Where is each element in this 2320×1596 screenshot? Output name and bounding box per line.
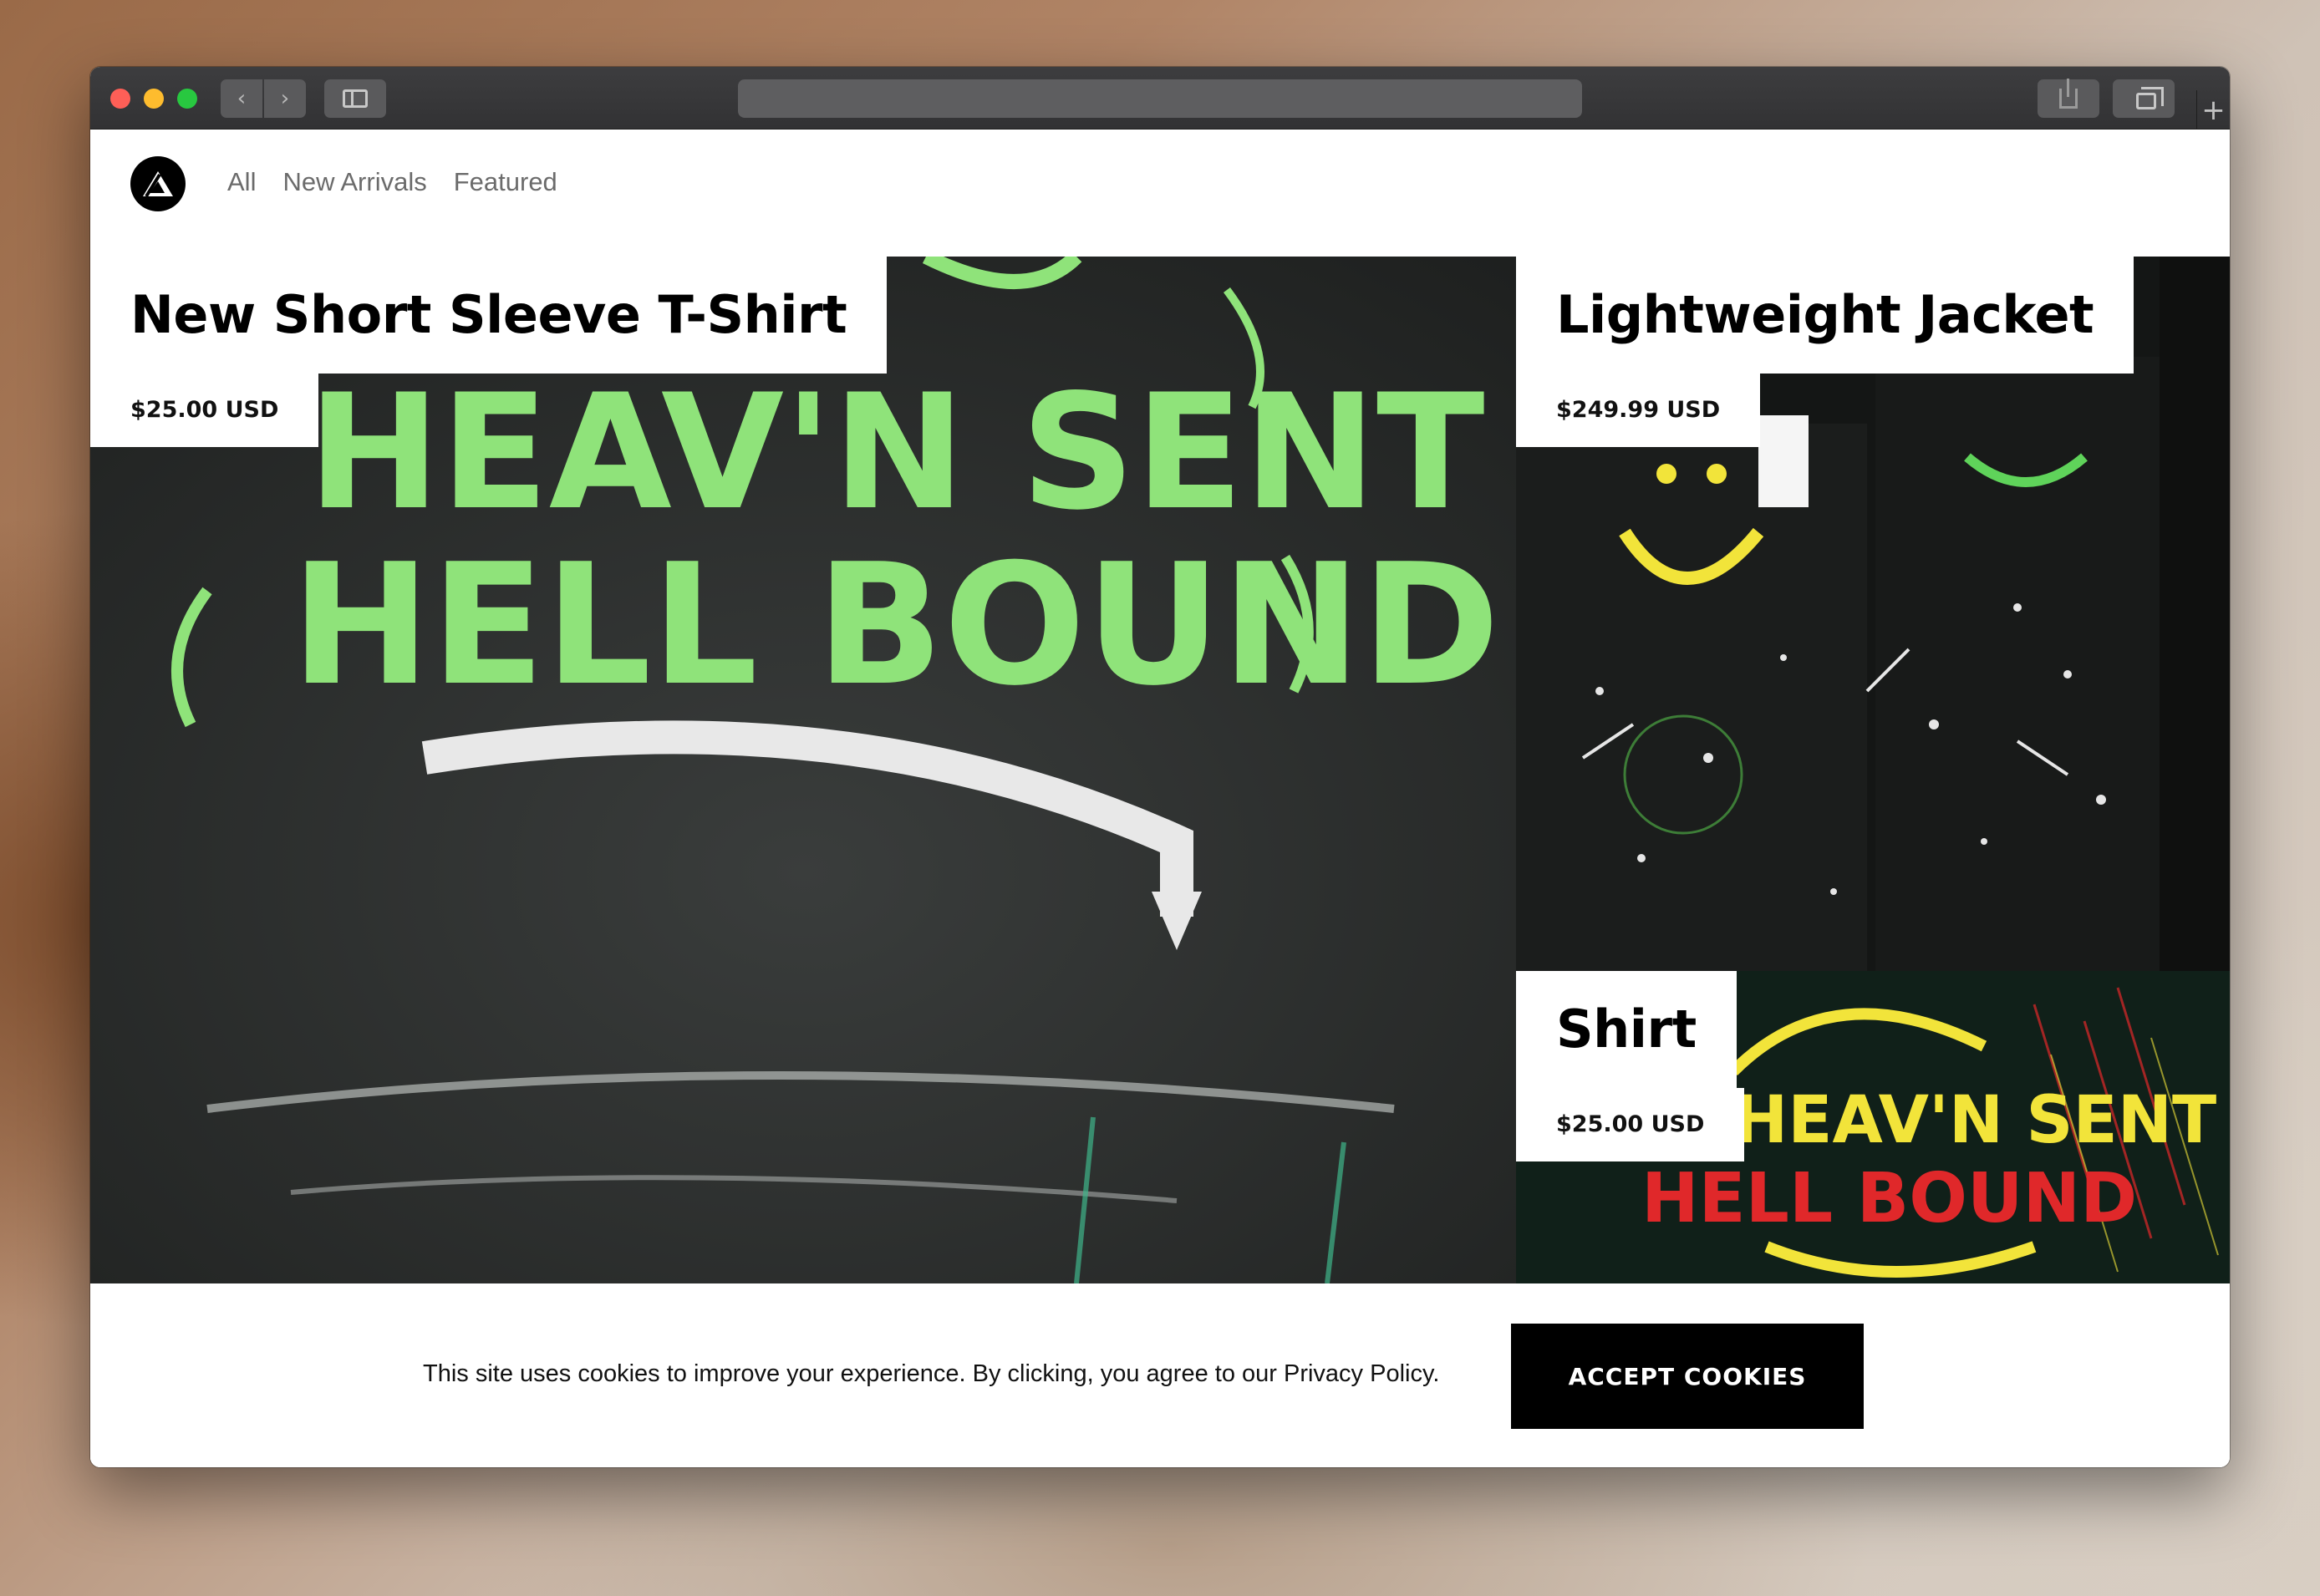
tabs-overview-icon xyxy=(2136,87,2164,109)
tshirt-graphic-line-2: HELL BOUND xyxy=(291,528,1500,723)
product-tile-tshirt[interactable]: HEAV'N SENT HELL BOUND New Short Sleeve … xyxy=(90,257,1516,1283)
forward-button[interactable]: › xyxy=(264,79,306,118)
accept-cookies-button[interactable]: ACCEPT COOKIES xyxy=(1511,1324,1864,1429)
store-page: All New Arrivals Featured HEAV'N SENT HE… xyxy=(90,130,2230,1467)
nav-link-all[interactable]: All xyxy=(227,167,256,197)
triangle-logo-icon xyxy=(143,171,173,198)
nav-link-featured[interactable]: Featured xyxy=(454,167,557,197)
product-price: $25.00 USD xyxy=(90,374,319,447)
nav-links: All New Arrivals Featured xyxy=(227,167,557,197)
shirt-graphic-line-1: HEAV'N SENT xyxy=(1733,1083,2216,1158)
share-button[interactable] xyxy=(2038,79,2099,118)
cookie-message: This site uses cookies to improve your e… xyxy=(423,1360,1440,1387)
cookie-banner: This site uses cookies to improve your e… xyxy=(90,1283,2230,1467)
tabs-overview-button[interactable] xyxy=(2113,79,2175,118)
product-title: Lightweight Jacket xyxy=(1516,257,2134,374)
product-tile-shirt[interactable]: HEAV'N SENT HELL BOUND Shirt $25.00 USD xyxy=(1516,971,2230,1283)
tshirt-graphic-line-1: HEAV'N SENT xyxy=(308,360,1485,545)
address-bar[interactable] xyxy=(738,79,1582,118)
browser-window: ‹ › + All New Arrivals Featured HEAV'N S… xyxy=(90,67,2230,1467)
chevron-right-icon: › xyxy=(280,86,290,111)
sidebar-icon xyxy=(343,89,368,108)
new-tab-button[interactable]: + xyxy=(2196,90,2230,130)
top-navigation: All New Arrivals Featured xyxy=(90,130,2230,257)
plus-icon: + xyxy=(2201,93,2226,127)
product-price: $249.99 USD xyxy=(1516,374,1761,447)
store-logo[interactable] xyxy=(130,156,186,211)
back-button[interactable]: ‹ xyxy=(221,79,262,118)
product-tile-jacket[interactable]: Lightweight Jacket $249.99 USD xyxy=(1516,257,2230,971)
minimize-window-button[interactable] xyxy=(144,89,164,109)
product-title: New Short Sleeve T-Shirt xyxy=(90,257,888,374)
browser-titlebar: ‹ › + xyxy=(90,67,2230,130)
close-window-button[interactable] xyxy=(110,89,130,109)
share-icon xyxy=(2059,79,2078,109)
product-price: $25.00 USD xyxy=(1516,1088,1745,1161)
zoom-window-button[interactable] xyxy=(177,89,197,109)
shirt-graphic-line-2: HELL BOUND xyxy=(1641,1159,2137,1238)
nav-link-new-arrivals[interactable]: New Arrivals xyxy=(282,167,426,197)
chevron-left-icon: ‹ xyxy=(237,86,247,111)
sidebar-toggle-button[interactable] xyxy=(324,79,386,118)
product-title: Shirt xyxy=(1516,971,1737,1088)
